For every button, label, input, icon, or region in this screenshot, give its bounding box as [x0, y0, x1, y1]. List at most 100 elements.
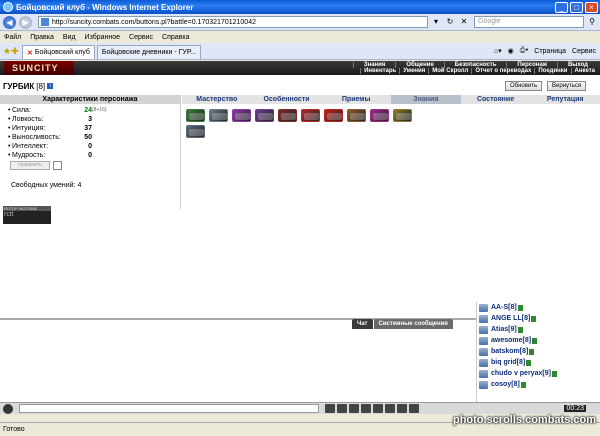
user-name[interactable]: biq grid	[491, 359, 517, 366]
tab-chat[interactable]: Чат	[352, 319, 373, 329]
home-icon[interactable]: ⌂▾	[494, 47, 502, 55]
user-name[interactable]: awesome	[491, 337, 523, 344]
chat-menu-icon[interactable]	[3, 403, 13, 414]
tab-techniques[interactable]: Приемы	[321, 95, 391, 104]
print-icon[interactable]: ⎙▾	[520, 47, 529, 55]
search-input[interactable]: Google	[474, 16, 584, 28]
info-icon[interactable]	[526, 359, 532, 366]
menu-help[interactable]: Справка	[162, 34, 189, 41]
info-icon[interactable]	[551, 370, 557, 377]
user-list-item[interactable]: chudo v peryax [9]	[477, 368, 600, 379]
stats-header: Характеристики персонажа	[0, 95, 180, 104]
tab-fight-diaries[interactable]: Бойцовские дневники - ГУР...	[96, 45, 202, 59]
knowledge-item-icon[interactable]	[186, 125, 205, 138]
info-icon[interactable]	[531, 315, 537, 322]
url-text: http://suncity.combats.com/buttons.pl?ba…	[52, 18, 256, 26]
info-icon[interactable]	[529, 348, 535, 355]
dropdown-icon[interactable]: ▾	[430, 16, 442, 28]
tab-knowledge[interactable]: Знания	[391, 95, 461, 104]
suncity-logo[interactable]: SUNCITY	[4, 61, 74, 75]
knowledge-item-icon[interactable]	[301, 109, 320, 122]
url-field[interactable]: http://suncity.combats.com/buttons.pl?ba…	[38, 16, 428, 28]
info-icon[interactable]	[517, 326, 523, 333]
user-list-item[interactable]: АА-S [8]	[477, 302, 600, 313]
save-button[interactable]: сохранить	[10, 161, 50, 170]
chat-input[interactable]	[19, 404, 319, 413]
topmenu-battles[interactable]: Поединки	[534, 68, 570, 74]
knowledge-item-icon[interactable]	[324, 109, 343, 122]
tab-reputation[interactable]: Репутация	[530, 95, 600, 104]
stop-icon[interactable]: ✕	[458, 16, 470, 28]
page-menu[interactable]: Страница	[534, 48, 566, 55]
menu-favorites[interactable]: Избранное	[85, 34, 120, 41]
user-name[interactable]: cosoy	[491, 381, 511, 388]
tab-bar: ★✚ ✕ Бойцовский клуб Бойцовские дневники…	[0, 43, 600, 60]
user-name[interactable]: chudo v peryax	[491, 370, 542, 377]
user-list-item[interactable]: Atias [9]	[477, 324, 600, 335]
user-name[interactable]: АА-S	[491, 304, 508, 311]
tab-mastery[interactable]: Мастерство	[182, 95, 252, 104]
settings-icon[interactable]	[409, 404, 419, 413]
clear-icon[interactable]	[337, 404, 347, 413]
forward-arrow-icon[interactable]: ▶	[19, 15, 32, 29]
minimize-button[interactable]: _	[555, 1, 568, 13]
feed-icon[interactable]: ◉	[508, 47, 514, 55]
smiles-icon[interactable]	[397, 404, 407, 413]
menu-file[interactable]: Файл	[4, 34, 21, 41]
back-button[interactable]: Вернуться	[547, 81, 587, 91]
send-icon[interactable]	[325, 404, 335, 413]
tab-fight-club[interactable]: ✕ Бойцовский клуб	[22, 45, 95, 59]
rutop-counter[interactable]: RUTOP 96379368 rcit	[3, 206, 51, 224]
back-arrow-icon[interactable]: ◀	[3, 15, 16, 29]
info-icon[interactable]	[532, 337, 538, 344]
sound-icon[interactable]	[373, 404, 383, 413]
menu-edit[interactable]: Правка	[30, 34, 54, 41]
search-icon[interactable]: ⚲	[586, 16, 598, 28]
menu-view[interactable]: Вид	[63, 34, 76, 41]
stat-agility: • Ловкость: 3	[8, 116, 92, 123]
knowledge-item-icon[interactable]	[209, 109, 228, 122]
topmenu-transfers[interactable]: Отчет о переводах	[471, 68, 534, 74]
refresh-icon[interactable]: ↻	[444, 16, 456, 28]
filter-icon[interactable]	[349, 404, 359, 413]
topmenu-inventory[interactable]: Инвентарь	[360, 68, 399, 74]
topmenu-profile[interactable]: Анкета	[570, 68, 599, 74]
tools-menu[interactable]: Сервис	[572, 48, 596, 55]
clan-icon	[479, 347, 488, 356]
tab-state[interactable]: Состояние	[461, 95, 531, 104]
topmenu-my-scroll[interactable]: Мой Скролл	[428, 68, 471, 74]
user-list-item[interactable]: ANGE LL [8]	[477, 313, 600, 324]
info-icon[interactable]: i	[47, 83, 54, 89]
knowledge-item-icon[interactable]	[255, 109, 274, 122]
tab-system-messages[interactable]: Системные сообщения	[373, 319, 453, 329]
user-name[interactable]: ANGE LL	[491, 315, 522, 322]
save-checkbox[interactable]	[53, 161, 62, 170]
close-button[interactable]: ×	[585, 1, 598, 13]
knowledge-item-icon[interactable]	[232, 109, 251, 122]
user-list-item[interactable]: cosoy [8]	[477, 379, 600, 390]
info-icon[interactable]	[520, 381, 526, 388]
knowledge-item-icon[interactable]	[347, 109, 366, 122]
refresh-button[interactable]: Обновить	[505, 81, 543, 91]
close-tab-icon[interactable]: ✕	[27, 49, 33, 57]
knowledge-item-icon[interactable]	[370, 109, 389, 122]
stat-endurance: • Выносливость: 50	[8, 134, 92, 141]
menu-tools[interactable]: Сервис	[129, 34, 153, 41]
favorites-star-icon[interactable]: ★✚	[0, 46, 22, 57]
knowledge-item-icon[interactable]	[186, 109, 205, 122]
topmenu-skills[interactable]: Умения	[399, 68, 428, 74]
user-list-item[interactable]: batskom [8]	[477, 346, 600, 357]
save-icon[interactable]	[361, 404, 371, 413]
info-icon[interactable]	[517, 304, 523, 311]
skill-tabs: Мастерство Особенности Приемы Знания Сос…	[182, 95, 600, 104]
user-name[interactable]: Atias	[491, 326, 508, 333]
user-list-item[interactable]: awesome [8]	[477, 335, 600, 346]
translit-icon[interactable]	[385, 404, 395, 413]
tab-features[interactable]: Особенности	[252, 95, 322, 104]
knowledge-item-icon[interactable]	[278, 109, 297, 122]
clan-icon	[479, 380, 488, 389]
user-list-item[interactable]: biq grid [8]	[477, 357, 600, 368]
knowledge-item-icon[interactable]	[393, 109, 412, 122]
maximize-button[interactable]: □	[570, 1, 583, 13]
user-name[interactable]: batskom	[491, 348, 520, 355]
